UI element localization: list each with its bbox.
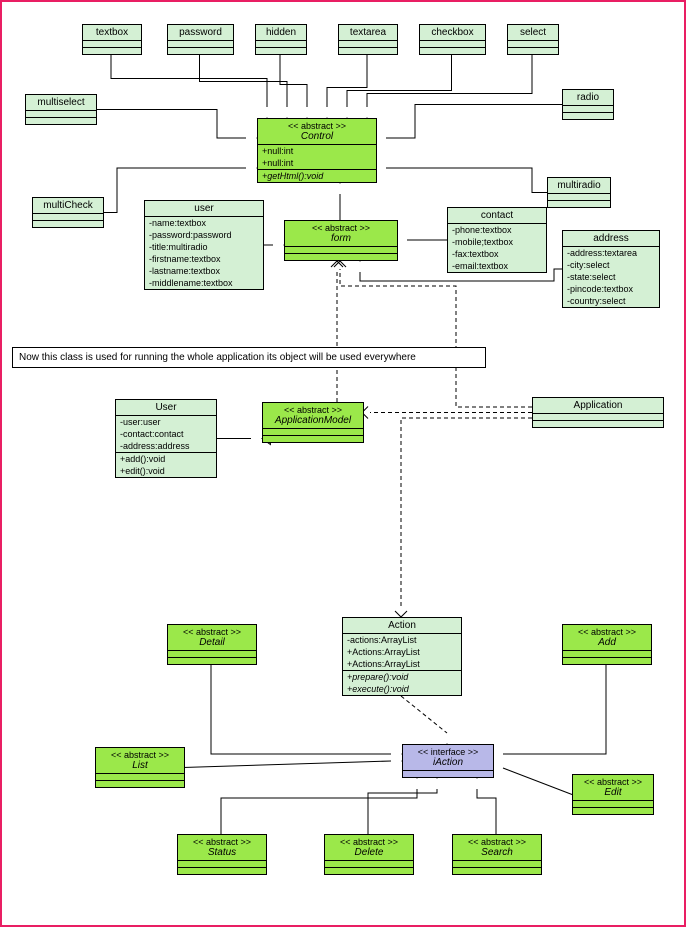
class-Detail: << abstract >>Detail <box>167 624 257 665</box>
class-Add: << abstract >>Add <box>562 624 652 665</box>
class-Search: << abstract >>Search <box>452 834 542 875</box>
class-address: address-address:textarea-city:select-sta… <box>562 230 660 308</box>
class-user: user-name:textbox-password:password-titl… <box>144 200 264 290</box>
class-select: select <box>507 24 559 55</box>
class-textbox: textbox <box>82 24 142 55</box>
class-hidden: hidden <box>255 24 307 55</box>
class-contact: contact-phone:textbox-mobile;textbox-fax… <box>447 207 547 273</box>
class-iAction: << interface >>iAction <box>402 744 494 778</box>
class-Edit: << abstract >>Edit <box>572 774 654 815</box>
class-password: password <box>167 24 234 55</box>
class-List: << abstract >>List <box>95 747 185 788</box>
class-Status: << abstract >>Status <box>177 834 267 875</box>
class-multiselect: multiselect <box>25 94 97 125</box>
diagram-canvas: Now this class is used for running the w… <box>0 0 686 927</box>
class-ApplicationModel: << abstract >>ApplicationModel <box>262 402 364 443</box>
class-form: << abstract >>form <box>284 220 398 261</box>
class-Delete: << abstract >>Delete <box>324 834 414 875</box>
class-User: User-user:user-contact:contact-address:a… <box>115 399 217 478</box>
class-multiCheck: multiCheck <box>32 197 104 228</box>
class-textarea: textarea <box>338 24 398 55</box>
class-Application: Application <box>532 397 664 428</box>
class-Control: << abstract >>Control+null:int+null:int+… <box>257 118 377 183</box>
class-radio: radio <box>562 89 614 120</box>
class-Action: Action-actions:ArrayList+Actions:ArrayLi… <box>342 617 462 696</box>
class-multiradio: multiradio <box>547 177 611 208</box>
class-checkbox: checkbox <box>419 24 486 55</box>
diagram-note: Now this class is used for running the w… <box>12 347 486 368</box>
